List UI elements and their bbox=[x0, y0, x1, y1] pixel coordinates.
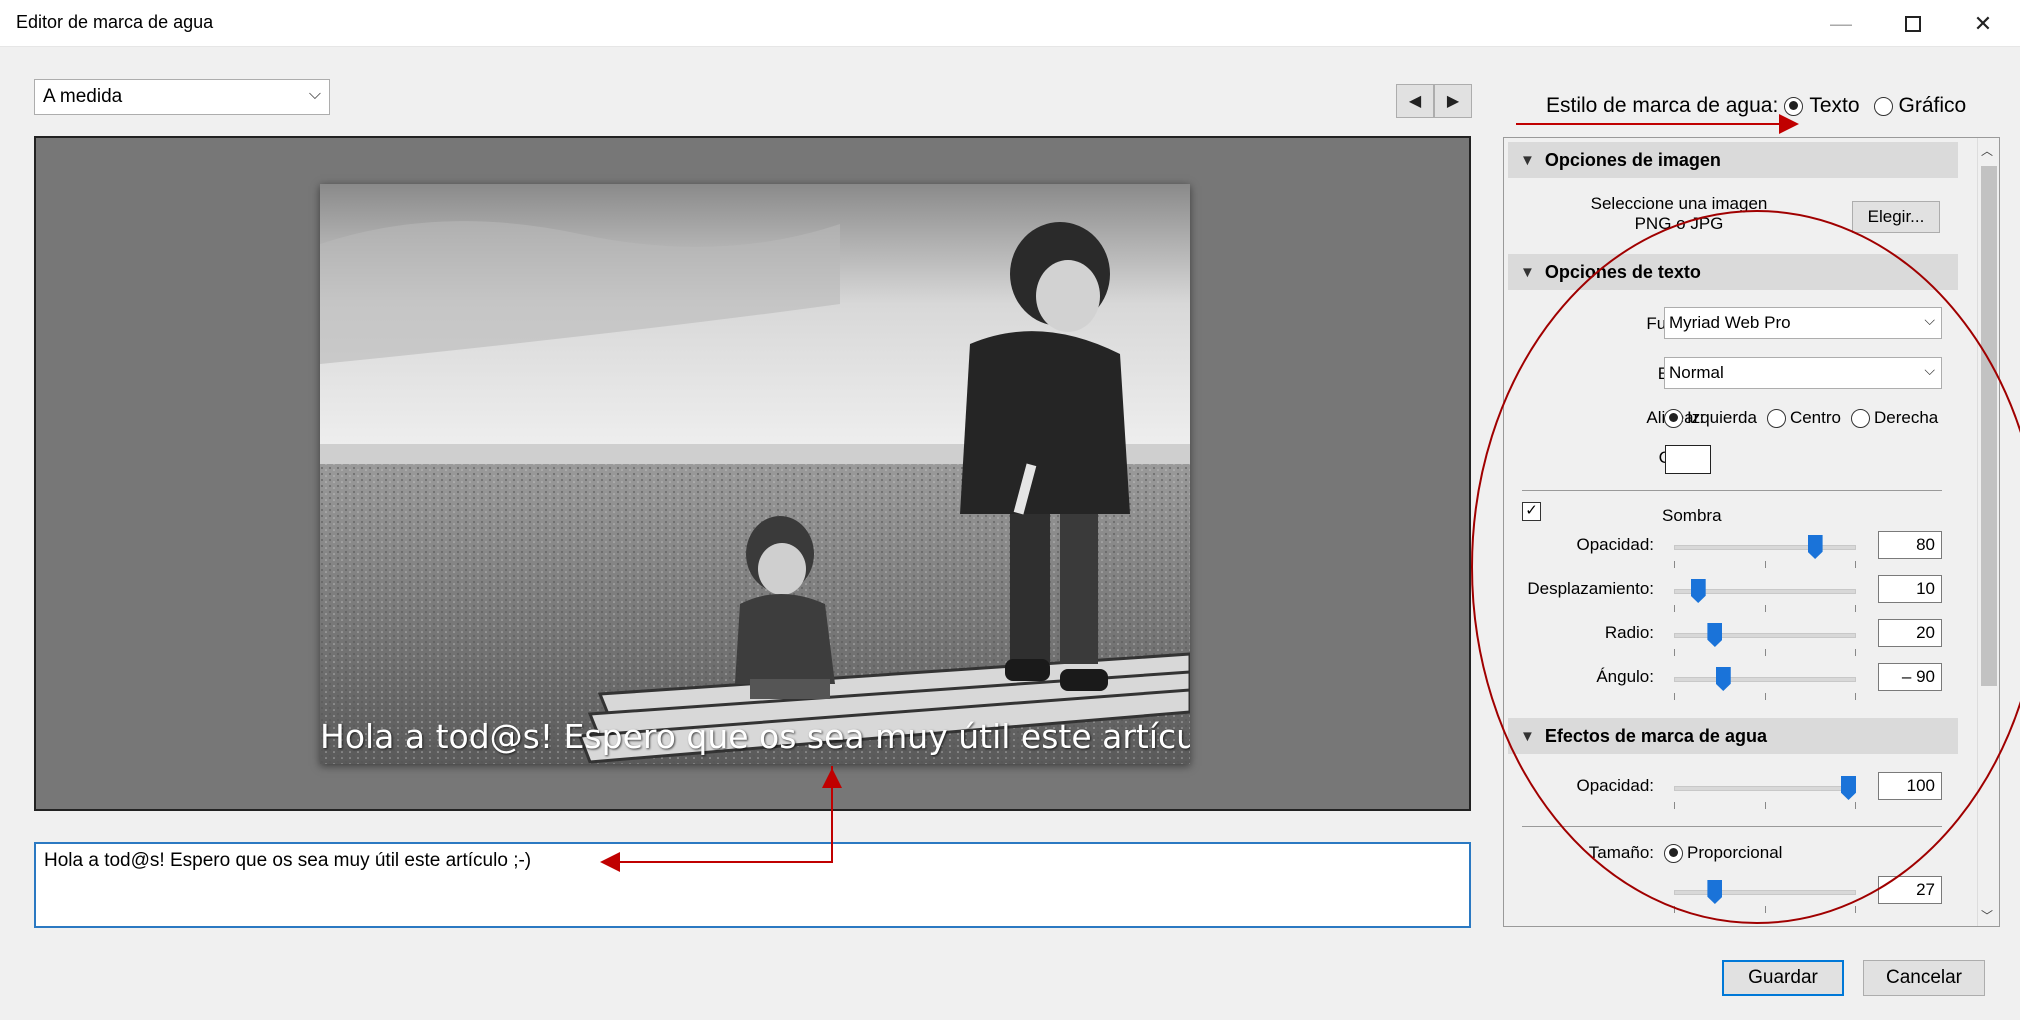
shadow-angle-label: Ángulo: bbox=[1596, 667, 1654, 686]
close-icon[interactable]: ✕ bbox=[1954, 0, 2012, 47]
align-group: Izquierda Centro Derecha bbox=[1664, 408, 1938, 428]
watermark-text-preview: Hola a tod@s! Espero que os sea muy útil… bbox=[320, 717, 1190, 756]
watermark-style-group: Estilo de marca de agua: Texto Gráfico bbox=[1546, 94, 1974, 118]
shadow-radius-slider-thumb[interactable] bbox=[1707, 623, 1723, 647]
shadow-opacity-slider-track[interactable] bbox=[1674, 545, 1856, 550]
scroll-down-icon[interactable]: ﹀ bbox=[1981, 907, 1993, 924]
slider-ticks bbox=[1674, 649, 1856, 657]
watermark-style-label: Estilo de marca de agua: bbox=[1546, 94, 1779, 117]
size-input[interactable]: 27 bbox=[1878, 876, 1942, 904]
shadow-checkbox[interactable]: ✓ bbox=[1522, 502, 1541, 521]
watermark-text-input[interactable]: Hola a tod@s! Espero que os sea muy útil… bbox=[34, 842, 1471, 928]
preset-value: A medida bbox=[43, 86, 123, 107]
options-panel: ▼ Opciones de imagen Seleccione una imag… bbox=[1503, 137, 2000, 927]
slider-ticks bbox=[1674, 906, 1856, 914]
size-label: Tamaño: bbox=[1588, 843, 1654, 862]
title-bar: Editor de marca de agua — ✕ bbox=[0, 0, 2020, 47]
beach-photo-image bbox=[320, 184, 1190, 764]
arrow-right-icon: ▶ bbox=[1446, 93, 1460, 110]
style-text-radio[interactable] bbox=[1784, 96, 1804, 116]
save-button[interactable]: Guardar bbox=[1722, 960, 1844, 996]
style-text-label: Texto bbox=[1809, 94, 1860, 117]
previous-button[interactable]: ◀ bbox=[1396, 84, 1434, 118]
divider bbox=[1522, 490, 1942, 491]
slider-ticks bbox=[1674, 693, 1856, 701]
style-select[interactable]: Normal ⌵ bbox=[1664, 357, 1942, 389]
effects-opacity-slider-thumb[interactable] bbox=[1841, 776, 1856, 800]
maximize-icon[interactable] bbox=[1884, 0, 1942, 47]
size-slider-thumb[interactable] bbox=[1707, 880, 1723, 904]
slider-ticks bbox=[1674, 561, 1856, 569]
preview-area: Hola a tod@s! Espero que os sea muy útil… bbox=[34, 136, 1471, 811]
size-proportional-option: Proporcional bbox=[1664, 843, 1782, 863]
shadow-angle-input[interactable]: – 90 bbox=[1878, 663, 1942, 691]
triangle-down-icon: ▼ bbox=[1520, 727, 1535, 745]
triangle-down-icon: ▼ bbox=[1520, 263, 1535, 281]
shadow-opacity-label: Opacidad: bbox=[1576, 535, 1655, 554]
align-center-radio[interactable] bbox=[1766, 408, 1786, 428]
shadow-angle-slider-thumb[interactable] bbox=[1715, 667, 1731, 691]
shadow-radius-label: Radio: bbox=[1604, 623, 1654, 642]
size-proportional-radio[interactable] bbox=[1664, 843, 1683, 863]
size-slider-track[interactable] bbox=[1674, 890, 1856, 895]
watermark-effects-header[interactable]: ▼ Efectos de marca de agua bbox=[1508, 718, 1958, 754]
minimize-icon[interactable]: — bbox=[1812, 0, 1870, 47]
chevron-down-icon: ⌵ bbox=[308, 86, 321, 103]
style-graphic-radio[interactable] bbox=[1873, 96, 1893, 116]
chevron-down-icon: ⌵ bbox=[1924, 362, 1935, 378]
preset-select[interactable]: A medida ⌵ bbox=[34, 79, 330, 115]
chevron-down-icon: ⌵ bbox=[1924, 312, 1935, 328]
cancel-button[interactable]: Cancelar bbox=[1863, 960, 1985, 996]
slider-ticks bbox=[1674, 802, 1856, 810]
arrow-left-icon: ◀ bbox=[1408, 93, 1422, 110]
shadow-radius-input[interactable]: 20 bbox=[1878, 619, 1942, 647]
image-options-header[interactable]: ▼ Opciones de imagen bbox=[1508, 142, 1958, 178]
effects-opacity-label: Opacidad: bbox=[1576, 776, 1655, 795]
triangle-down-icon: ▼ bbox=[1520, 151, 1535, 169]
scrollbar-thumb[interactable] bbox=[1981, 166, 1997, 686]
align-right-radio[interactable] bbox=[1850, 408, 1870, 428]
divider bbox=[1522, 826, 1942, 827]
style-graphic-label: Gráfico bbox=[1898, 94, 1967, 117]
slider-ticks bbox=[1674, 605, 1856, 613]
next-button[interactable]: ▶ bbox=[1434, 84, 1472, 118]
shadow-offset-input[interactable]: 10 bbox=[1878, 575, 1942, 603]
text-options-header[interactable]: ▼ Opciones de texto bbox=[1508, 254, 1958, 290]
preview-photo: Hola a tod@s! Espero que os sea muy útil… bbox=[320, 184, 1190, 764]
shadow-radius-slider-track[interactable] bbox=[1674, 633, 1856, 638]
effects-opacity-input[interactable]: 100 bbox=[1878, 772, 1942, 800]
color-swatch[interactable] bbox=[1665, 445, 1711, 474]
shadow-angle-slider-track[interactable] bbox=[1674, 677, 1856, 682]
shadow-opacity-slider-thumb[interactable] bbox=[1807, 535, 1823, 559]
effects-opacity-slider-track[interactable] bbox=[1674, 786, 1856, 791]
shadow-opacity-input[interactable]: 80 bbox=[1878, 531, 1942, 559]
font-select[interactable]: Myriad Web Pro ⌵ bbox=[1664, 307, 1942, 339]
panel-scrollbar[interactable]: ︿ ﹀ bbox=[1977, 138, 1999, 926]
shadow-offset-label: Desplazamiento: bbox=[1527, 579, 1654, 598]
scroll-up-icon[interactable]: ︿ bbox=[1981, 142, 1993, 159]
shadow-offset-slider-thumb[interactable] bbox=[1690, 579, 1706, 603]
align-left-radio[interactable] bbox=[1664, 408, 1683, 428]
choose-image-button[interactable]: Elegir... bbox=[1852, 201, 1940, 233]
window-title: Editor de marca de agua bbox=[16, 12, 214, 32]
image-select-label: Seleccione una imagen PNG o JPG bbox=[1590, 194, 1768, 233]
shadow-label: Sombra bbox=[1662, 506, 1722, 525]
